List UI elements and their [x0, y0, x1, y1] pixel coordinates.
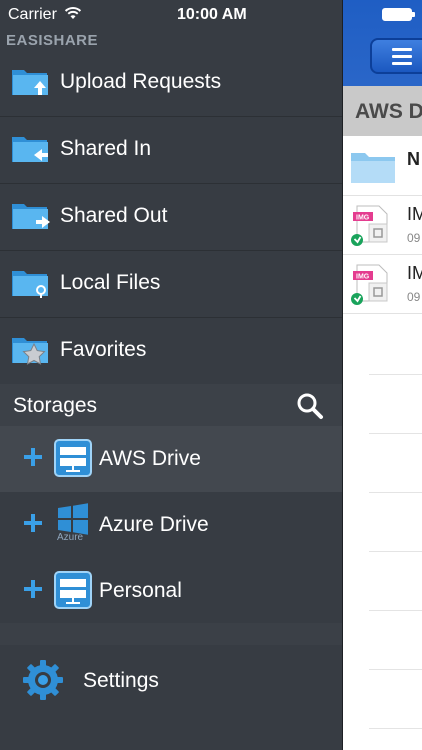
folder-local-icon: [12, 271, 48, 298]
nav-item-label: Upload Requests: [60, 70, 222, 93]
expand-plus-icon[interactable]: [22, 512, 44, 534]
sidebar: EASISHARE Upload Requests Shared In Shar…: [0, 0, 342, 750]
list-item[interactable]: IMG IM 09: [343, 196, 422, 255]
list-separator: [369, 551, 422, 552]
battery-tip: [412, 12, 415, 17]
storages-title: Storages: [13, 394, 98, 417]
storage-item-label: AWS Drive: [99, 447, 201, 470]
hamburger-icon-bar: [392, 62, 412, 65]
image-file-icon: IMG: [351, 264, 388, 305]
list-separator: [369, 492, 422, 493]
location-title: AWS D: [355, 100, 422, 123]
nav-item-shared-out[interactable]: Shared Out: [0, 184, 342, 251]
settings-item[interactable]: Settings: [0, 645, 342, 750]
gear-icon: [23, 660, 63, 700]
folder-shared-out-icon: [12, 204, 50, 229]
menu-button[interactable]: [370, 38, 422, 74]
search-icon[interactable]: [296, 392, 324, 420]
wifi-icon: [64, 7, 82, 19]
server-icon: [54, 439, 92, 477]
list-separator: [369, 610, 422, 611]
folder-icon: [351, 153, 395, 183]
folder-upload-icon: [12, 70, 48, 95]
main-panel: AWS D N IMG IM 09 IMG I: [342, 0, 422, 750]
storage-item-label: Personal: [99, 579, 182, 602]
file-name: IM: [407, 204, 422, 224]
nav-item-label: Shared In: [60, 137, 152, 160]
azure-sublabel: Azure: [57, 532, 84, 543]
location-bar: AWS D: [343, 86, 422, 136]
server-icon: [54, 571, 92, 609]
battery-icon: [382, 8, 412, 21]
storage-item-aws-drive[interactable]: AWS Drive: [0, 426, 342, 492]
nav-item-label: Shared Out: [60, 204, 168, 227]
carrier-label: Carrier: [8, 6, 57, 23]
file-meta: 09: [407, 290, 421, 304]
file-name: N: [407, 149, 420, 169]
nav-item-favorites[interactable]: Favorites: [0, 318, 342, 385]
image-file-icon: IMG: [351, 205, 388, 246]
folder-star-icon: [12, 338, 48, 365]
azure-icon: [58, 503, 88, 535]
nav-item-label: Favorites: [60, 338, 147, 361]
storages-header: Storages: [0, 384, 342, 426]
file-name: IM: [407, 263, 422, 283]
list-separator: [369, 374, 422, 375]
storage-item-personal[interactable]: Personal: [0, 558, 342, 624]
file-meta: 09: [407, 231, 421, 245]
storage-item-label: Azure Drive: [99, 513, 209, 536]
list-item[interactable]: IMG IM 09: [343, 255, 422, 314]
storage-item-azure-drive[interactable]: Azure Azure Drive: [0, 492, 342, 558]
divider: [0, 623, 342, 645]
list-separator: [369, 728, 422, 729]
folder-shared-in-icon: [12, 137, 48, 162]
status-bar: Carrier 10:00 AM: [0, 0, 422, 30]
hamburger-icon-bar: [392, 55, 412, 58]
app-title: EASISHARE: [6, 32, 99, 49]
svg-text:IMG: IMG: [356, 215, 370, 222]
nav-item-local-files[interactable]: Local Files: [0, 251, 342, 318]
nav-item-upload-requests[interactable]: Upload Requests: [0, 50, 342, 117]
list-item[interactable]: N: [343, 137, 422, 196]
list-separator: [369, 433, 422, 434]
nav-item-shared-in[interactable]: Shared In: [0, 117, 342, 184]
settings-label: Settings: [83, 669, 159, 692]
expand-plus-icon[interactable]: [22, 578, 44, 600]
nav-item-label: Local Files: [60, 271, 161, 294]
expand-plus-icon[interactable]: [22, 446, 44, 468]
svg-text:IMG: IMG: [356, 274, 370, 281]
status-time: 10:00 AM: [177, 6, 247, 23]
list-separator: [369, 669, 422, 670]
hamburger-icon-bar: [392, 48, 412, 51]
